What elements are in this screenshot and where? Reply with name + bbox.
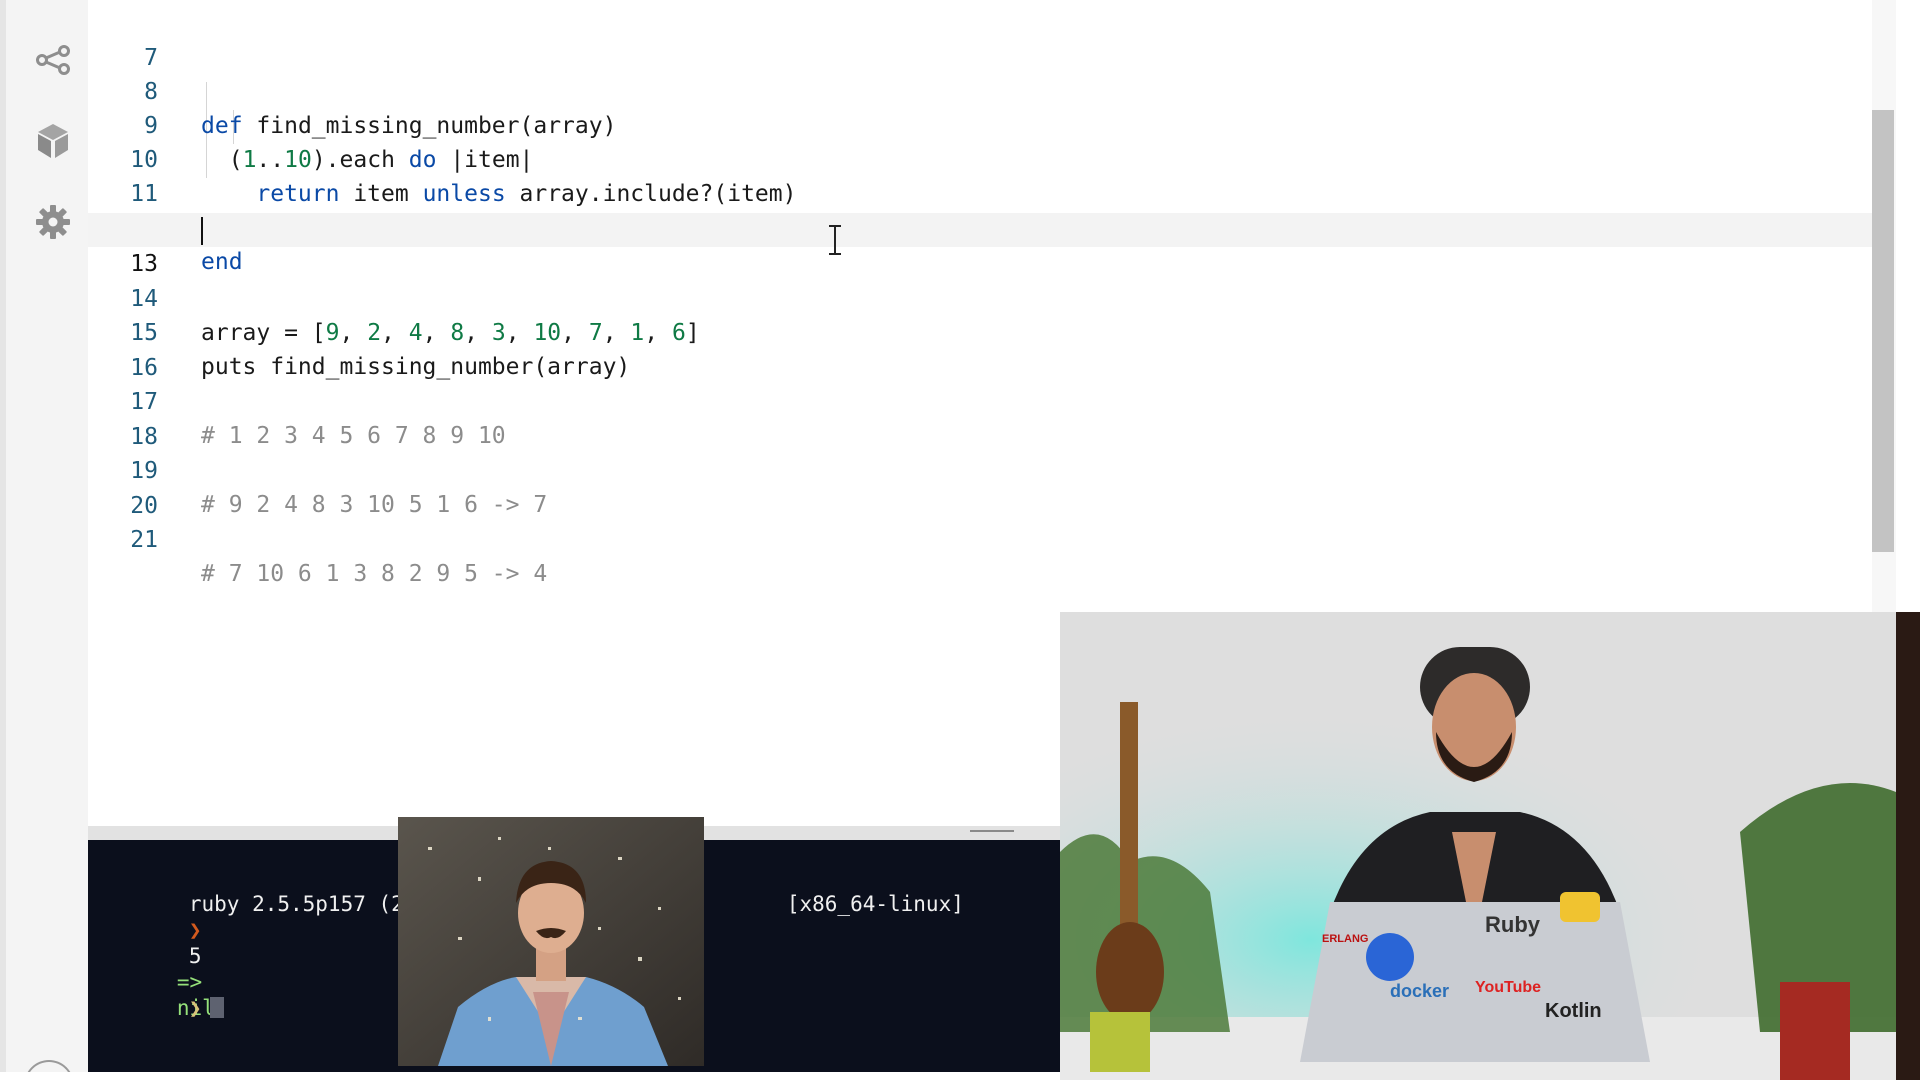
package-icon[interactable]: [31, 119, 75, 163]
active-code-line: 13: [88, 213, 1872, 277]
code-line: 19 # 9 2 4 8 3 10 5 1 6 -> 7: [88, 420, 1872, 518]
webcam-video: Ruby docker YouTube Kotlin ERLANG: [1060, 612, 1896, 1080]
code-line: 20: [130, 493, 158, 519]
code-line: 15 puts find_missing_number(array): [88, 282, 1872, 380]
code-line: 21 # 7 10 6 1 3 8 2 9 5 -> 4: [88, 489, 1872, 587]
status-strip: [0, 1072, 1060, 1080]
code-line: 12 end: [88, 177, 1872, 275]
svg-text:Ruby: Ruby: [1485, 912, 1541, 937]
terminal-input-cursor[interactable]: [209, 997, 224, 1018]
code-line: 10 return item unless array.include?(ite…: [88, 109, 1872, 207]
ibeam-cursor-icon: [829, 225, 841, 255]
gear-icon[interactable]: [31, 200, 75, 244]
webcam-edge: [1896, 612, 1920, 1080]
resize-handle-icon[interactable]: [970, 830, 1014, 832]
prompt-icon: ❯: [188, 996, 202, 1020]
activity-sidebar: [6, 0, 89, 1080]
code-line: 9 (1..10).each do |item|: [88, 75, 1872, 173]
screen: 7 8 def find_missing_number(array) 9 (1.…: [0, 0, 1920, 1080]
share-icon[interactable]: [31, 38, 75, 82]
code-comment: # 7 10 6 1 3 8 2 9 5 -> 4: [201, 561, 548, 587]
editor-scrollbar-thumb[interactable]: [1872, 110, 1894, 552]
svg-text:YouTube: YouTube: [1475, 979, 1541, 996]
code-line: 7: [144, 45, 158, 71]
svg-text:ERLANG: ERLANG: [1322, 933, 1368, 945]
terminal-platform-text: [x86_64-linux]: [786, 892, 964, 916]
svg-text:Kotlin: Kotlin: [1545, 1000, 1602, 1022]
code-line: 18: [130, 424, 158, 450]
code-line: 17 # 1 2 3 4 5 6 7 8 9 10: [88, 351, 1872, 449]
svg-text:docker: docker: [1390, 981, 1449, 1001]
text-cursor: [201, 217, 203, 245]
code-line: 11 end: [88, 143, 1872, 241]
code-line: 16: [130, 355, 158, 381]
code-line: 8 def find_missing_number(array): [88, 41, 1872, 139]
code-line: 14 array = [9, 2, 4, 8, 3, 10, 7, 1, 6]: [88, 248, 1872, 346]
reaction-gif-image: [398, 817, 704, 1066]
